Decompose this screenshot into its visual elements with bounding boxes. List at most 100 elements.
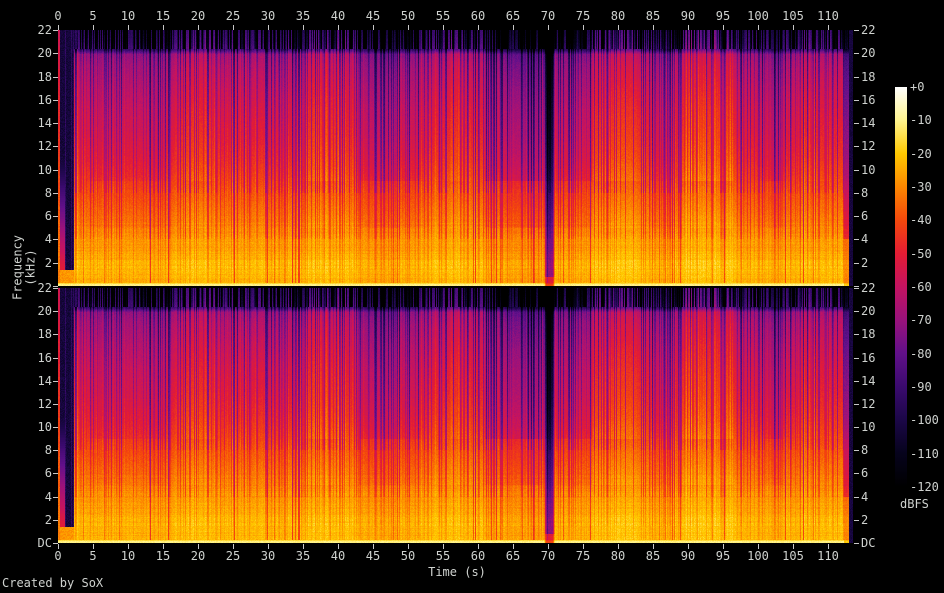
colorbar-tick-label: -40	[910, 213, 932, 228]
time-tick-label-top: 45	[365, 9, 381, 23]
spectrogram-panel-channel-2	[58, 288, 853, 543]
time-tick-label-top: 35	[295, 9, 311, 23]
freq-tick-left	[53, 263, 58, 264]
time-tick-label-bottom: 0	[54, 549, 62, 563]
freq-tick-label-left: 16	[37, 93, 52, 107]
freq-tick-left	[53, 77, 58, 78]
freq-tick-left	[53, 404, 58, 405]
freq-tick-left	[53, 288, 58, 289]
freq-tick-right	[854, 170, 859, 171]
credit-text: Created by SoX	[2, 576, 104, 590]
freq-tick-label-left: 10	[37, 163, 52, 177]
time-tick-label-top: 10	[120, 9, 136, 23]
time-tick-top	[478, 25, 479, 30]
freq-tick-label-right: 22	[861, 23, 876, 37]
freq-tick-label-right: 4	[861, 490, 869, 504]
time-tick-label-bottom: 75	[575, 549, 591, 563]
freq-tick-label-left: 22	[37, 23, 52, 37]
freq-tick-label-right: 16	[861, 351, 876, 365]
time-tick-label-bottom: 60	[470, 549, 486, 563]
freq-tick-label-right: 10	[861, 163, 876, 177]
time-tick-top	[513, 25, 514, 30]
freq-tick-left	[53, 450, 58, 451]
freq-tick-right	[854, 288, 859, 289]
time-tick-label-top: 50	[400, 9, 416, 23]
freq-tick-label-left: 20	[37, 46, 52, 60]
time-tick-top	[58, 25, 59, 30]
freq-tick-left	[53, 497, 58, 498]
freq-tick-label-left: 22	[37, 281, 52, 295]
freq-tick-right	[854, 30, 859, 31]
time-tick-label-top: 110	[817, 9, 839, 23]
time-tick-label-bottom: 50	[400, 549, 416, 563]
freq-tick-left	[53, 239, 58, 240]
time-tick-label-bottom: 20	[190, 549, 206, 563]
freq-tick-label-left: 6	[44, 466, 52, 480]
freq-tick-label-left: 2	[44, 256, 52, 270]
freq-tick-right	[854, 53, 859, 54]
time-tick-label-top: 30	[260, 9, 276, 23]
freq-tick-label-right: 12	[861, 139, 876, 153]
time-tick-label-bottom: 55	[435, 549, 451, 563]
time-tick-label-bottom: 80	[610, 549, 626, 563]
time-tick-label-bottom: 110	[817, 549, 839, 563]
freq-tick-label-left: 4	[44, 232, 52, 246]
freq-tick-right	[854, 543, 859, 544]
time-tick-label-top: 85	[645, 9, 661, 23]
freq-tick-left	[53, 311, 58, 312]
time-tick-label-top: 90	[680, 9, 696, 23]
freq-tick-label-left: 18	[37, 327, 52, 341]
time-tick-top	[618, 25, 619, 30]
freq-tick-label-left: 16	[37, 351, 52, 365]
time-tick-top	[373, 25, 374, 30]
freq-tick-label-right: 22	[861, 281, 876, 295]
freq-tick-right	[854, 404, 859, 405]
colorbar-tick-label: -20	[910, 146, 932, 161]
time-tick-label-bottom: 10	[120, 549, 136, 563]
freq-tick-right	[854, 239, 859, 240]
freq-tick-right	[854, 100, 859, 101]
freq-tick-right	[854, 358, 859, 359]
freq-tick-label-left: 12	[37, 139, 52, 153]
freq-tick-label-right: DC	[861, 536, 876, 550]
time-tick-label-top: 25	[225, 9, 241, 23]
freq-tick-label-left: 2	[44, 513, 52, 527]
time-tick-top	[758, 25, 759, 30]
freq-tick-label-left: 8	[44, 186, 52, 200]
freq-tick-right	[854, 473, 859, 474]
freq-tick-left	[53, 358, 58, 359]
freq-tick-left	[53, 123, 58, 124]
colorbar-tick-label: -10	[910, 113, 932, 128]
freq-tick-label-left: 6	[44, 209, 52, 223]
time-tick-label-bottom: 100	[747, 549, 769, 563]
time-tick-top	[688, 25, 689, 30]
time-tick-label-top: 15	[155, 9, 171, 23]
time-tick-top	[128, 25, 129, 30]
freq-tick-left	[53, 381, 58, 382]
time-tick-label-bottom: 45	[365, 549, 381, 563]
time-tick-label-top: 100	[747, 9, 769, 23]
freq-tick-right	[854, 381, 859, 382]
freq-tick-right	[854, 311, 859, 312]
time-tick-top	[793, 25, 794, 30]
freq-tick-left	[53, 520, 58, 521]
spectrogram-panel-channel-1	[58, 30, 853, 286]
freq-tick-right	[854, 263, 859, 264]
freq-tick-label-right: 2	[861, 256, 869, 270]
time-tick-label-bottom: 65	[505, 549, 521, 563]
freq-tick-left	[53, 170, 58, 171]
colorbar-tick-label: -120	[910, 480, 939, 494]
colorbar-tick-label: +0	[910, 80, 925, 94]
time-tick-label-top: 65	[505, 9, 521, 23]
freq-tick-left	[53, 30, 58, 31]
freq-tick-left	[53, 427, 58, 428]
freq-tick-label-right: 6	[861, 209, 869, 223]
time-tick-label-bottom: 35	[295, 549, 311, 563]
time-tick-label-bottom: 5	[89, 549, 97, 563]
time-tick-label-bottom: 90	[680, 549, 696, 563]
freq-tick-label-left: 14	[37, 374, 52, 388]
freq-tick-label-left: 20	[37, 304, 52, 318]
time-tick-top	[653, 25, 654, 30]
time-tick-label-bottom: 40	[330, 549, 346, 563]
time-tick-top	[233, 25, 234, 30]
